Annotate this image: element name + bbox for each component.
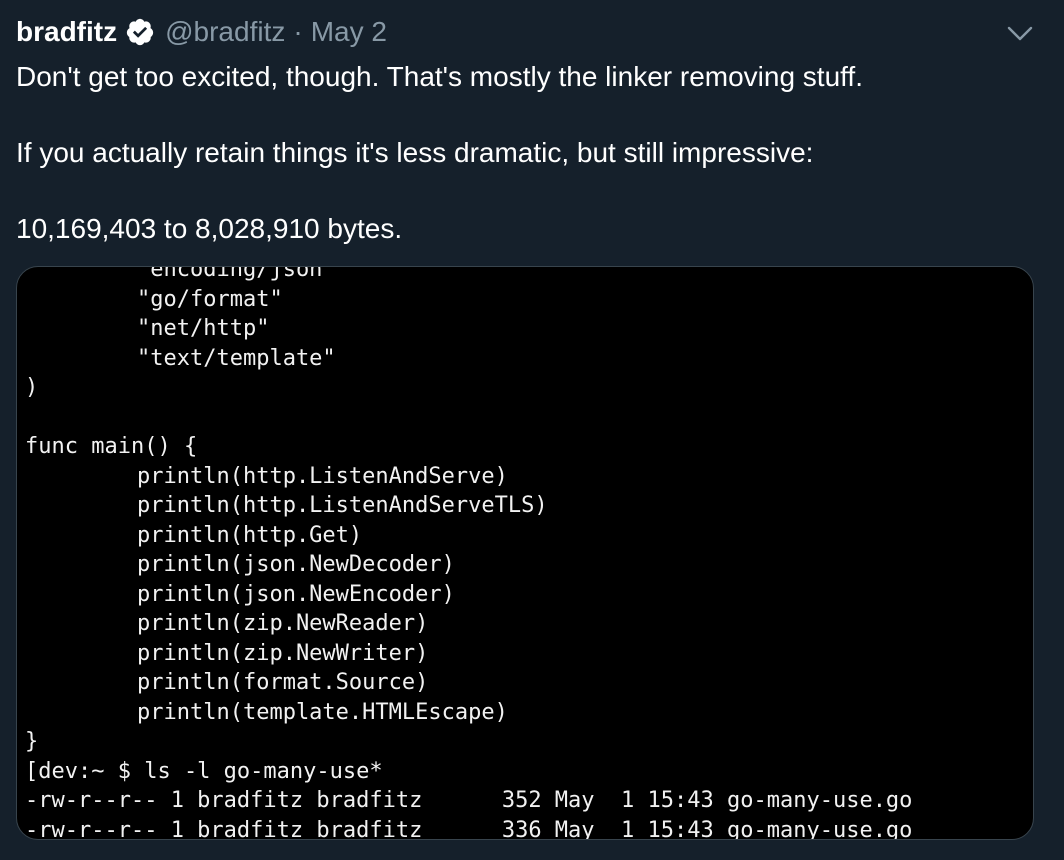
terminal-line: println(format.Source) [25, 668, 912, 698]
terminal-line: println(template.HTMLEscape) [25, 698, 912, 728]
author-name[interactable]: bradfitz [16, 16, 117, 48]
tweet-header: bradfitz @bradfitz · May 2 [16, 12, 387, 52]
terminal-line-text: println(template.HTMLEscape) [137, 699, 508, 725]
tweet-paragraph: Don't get too excited, though. That's mo… [16, 61, 863, 92]
terminal-line-text: -rw-r--r-- 1 bradfitz bradfitz 352 May 1… [25, 788, 913, 813]
terminal-line-text: println(json.NewDecoder) [137, 552, 455, 577]
verified-badge-icon [125, 17, 155, 47]
terminal-line-text: "net/http" [137, 316, 270, 341]
terminal-line: -rw-r--r-- 1 bradfitz bradfitz 336 May 1… [25, 816, 913, 840]
terminal-line-text: } [25, 729, 39, 754]
terminal-line: "net/http" [25, 314, 912, 344]
terminal-line-text: "text/template" [137, 345, 336, 371]
chevron-down-icon[interactable] [1004, 20, 1036, 48]
terminal-line-text: [dev:~ $ ls -l go-many-use* [25, 758, 383, 784]
terminal-line-text: println(format.Source) [137, 670, 429, 695]
terminal-line-text: -rw-r--r-- 1 bradfitz bradfitz 336 May 1… [25, 817, 913, 840]
terminal-line: "text/template" [25, 344, 912, 374]
terminal-line: println(json.NewDecoder) [25, 550, 912, 580]
terminal-line: println(zip.NewReader) [25, 609, 912, 639]
terminal-line: [dev:~ $ ls -l go-many-use* [25, 757, 912, 787]
separator-dot: · [293, 16, 303, 47]
terminal-line: } [25, 727, 912, 757]
terminal-line-text: println(zip.NewReader) [137, 611, 429, 636]
tweet-date[interactable]: May 2 [311, 16, 387, 48]
terminal-line-text: println(http.ListenAndServeTLS) [137, 493, 548, 518]
terminal-line-text: println(zip.NewWriter) [137, 640, 429, 666]
terminal-line: func main() { [25, 432, 912, 462]
terminal-output: "encoding/json" "go/format" "net/http" "tex… [25, 266, 913, 840]
terminal-line: println(json.NewEncoder) [25, 580, 912, 610]
terminal-line-text: println(json.NewEncoder) [137, 581, 455, 607]
terminal-line-text: println(http.ListenAndServe) [137, 463, 508, 489]
terminal-line: println(http.ListenAndServe) [25, 462, 912, 492]
terminal-line: println(http.ListenAndServeTLS) [25, 491, 912, 521]
tweet-body: Don't get too excited, though. That's mo… [16, 58, 1046, 248]
tweet-paragraph: If you actually retain things it's less … [16, 137, 814, 168]
terminal-line-text: "go/format" [137, 286, 283, 312]
terminal-line-text: println(http.Get) [137, 522, 363, 548]
terminal-line: ) [25, 373, 912, 403]
terminal-line: println(zip.NewWriter) [25, 639, 912, 669]
terminal-line: "go/format" [25, 285, 912, 315]
terminal-line-text: func main() { [25, 434, 198, 459]
terminal-line: -rw-r--r-- 1 bradfitz bradfitz 352 May 1… [25, 786, 912, 816]
author-handle[interactable]: @bradfitz [165, 16, 285, 48]
terminal-line-text: "encoding/json" [137, 266, 336, 282]
terminal-screenshot-image[interactable]: "encoding/json" "go/format" "net/http" "tex… [16, 266, 1034, 840]
tweet-paragraph: 10,169,403 to 8,028,910 bytes. [16, 213, 403, 244]
terminal-line: println(http.Get) [25, 521, 912, 551]
terminal-line: "encoding/json" [25, 266, 912, 285]
terminal-line-text: ) [25, 375, 39, 400]
